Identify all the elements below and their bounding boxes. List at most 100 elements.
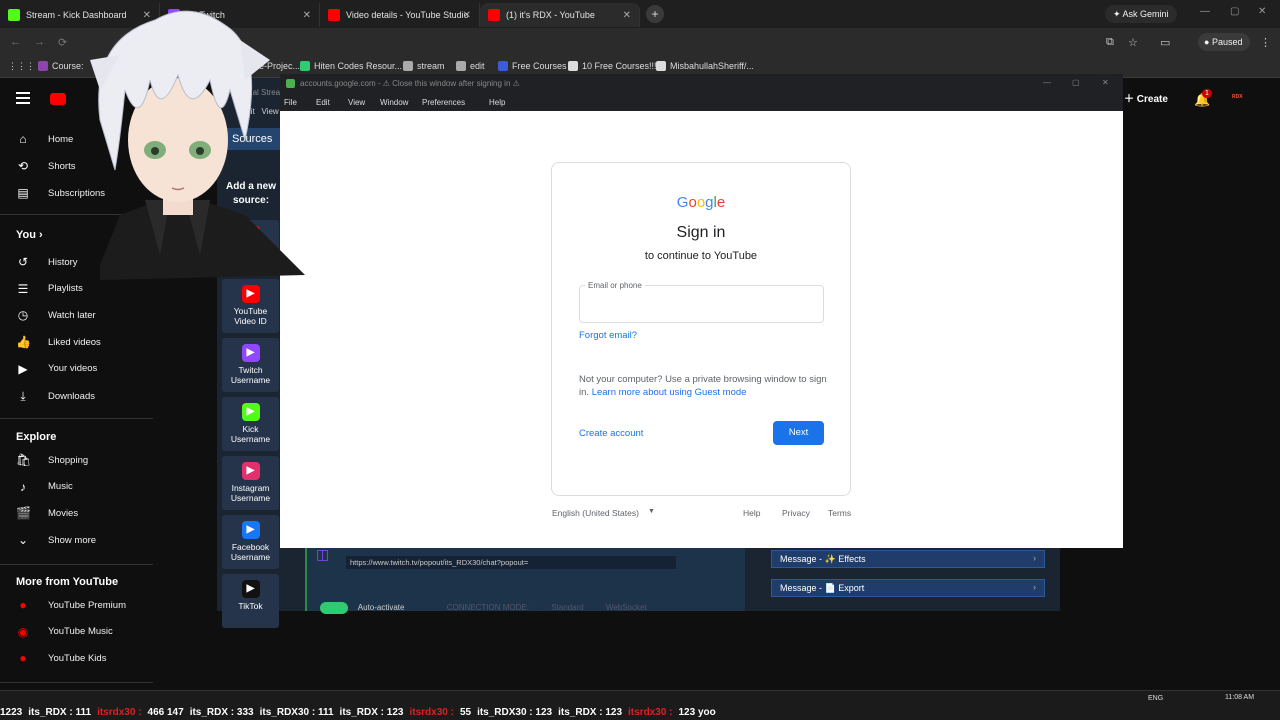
sidebar-item-shopping[interactable]: 🛍 Shopping [16,453,88,467]
sidebar-item-your-videos[interactable]: ▶ Your videos [16,362,97,376]
sidebar-item-playlists[interactable]: ☰ Playlists [16,282,83,296]
tab-label: Video details - YouTube Studio [346,10,469,20]
twitch-source-row [305,538,745,611]
close-tab-icon[interactable]: ✕ [623,10,631,21]
vtuber-avatar [90,10,305,280]
popup-minimize-icon[interactable]: — [1043,78,1051,87]
taskbar-clock[interactable]: 11:08 AM [1225,694,1254,701]
install-icon[interactable]: ⧉ [1106,36,1114,49]
source-card[interactable]: ▶ Kick Username [222,397,279,451]
close-window-icon[interactable]: ✕ [1258,6,1266,17]
signin-popup-window: accounts.google.com - ⚠ Close this windo… [280,74,1123,548]
watch-later-icon: ◷ [17,308,29,323]
forgot-email-link[interactable]: Forgot email? [579,330,637,341]
popup-close-icon[interactable]: ✕ [1102,78,1109,87]
apps-grid-icon[interactable]: ⋮⋮⋮ [8,61,35,72]
input-language[interactable]: ENG [1148,695,1163,702]
sidebar-item-show-more[interactable]: ⌄ Show more [16,533,96,547]
popup-maximize-icon[interactable]: ▢ [1072,78,1080,87]
close-tab-icon[interactable]: ✕ [463,10,471,21]
new-tab-button[interactable]: + [646,5,664,23]
instagram-icon: ▶ [241,462,260,480]
downloads-icon: ⤓ [20,388,26,403]
message-effects-button[interactable]: Message - ✨ Effects › [771,550,1045,568]
sidebar-item-label: Movies [48,507,79,519]
sidebar-item-label: Downloads [48,390,95,402]
popup-menu-help[interactable]: Help [489,98,505,107]
profile-avatar-icon: ● [1204,37,1212,47]
user-avatar[interactable]: RDX [1232,94,1243,100]
sidebar-item-label: Liked videos [48,336,101,348]
sidebar-divider [0,564,153,565]
connection-mode-label: CONNECTION MODE: [446,603,529,613]
footer-terms-link[interactable]: Terms [828,508,851,518]
bookmark-label: edit [470,61,485,71]
profile-paused-button[interactable]: ● Paused [1198,33,1251,51]
ticker-entry: its_RDX : 123 [339,707,404,718]
chevron-down-icon: ⌄ [17,533,29,548]
ask-gemini-button[interactable]: ✦ Ask Gemini [1105,5,1177,23]
minimize-icon[interactable]: — [1200,6,1210,17]
maximize-icon[interactable]: ▢ [1230,6,1239,17]
bookmark-item[interactable]: stream [403,61,445,71]
email-field[interactable] [579,285,824,323]
sidebar-item-youtube-music[interactable]: ◉ YouTube Music [16,625,113,639]
sidebar-item-label: Music [48,481,73,493]
bookmark-item[interactable]: Hiten Codes Resour... [300,61,402,71]
sidebar-item-watch-later[interactable]: ◷ Watch later [16,308,96,322]
bookmark-item[interactable]: Free Courses [498,61,567,71]
popup-menu-preferences[interactable]: Preferences [422,98,465,107]
facebook-icon: ▶ [241,521,260,539]
source-card[interactable]: ▶ Facebook Username [222,515,279,569]
next-button[interactable]: Next [773,421,824,445]
back-icon[interactable]: ← [10,36,21,48]
gemini-icon: ✦ [1113,9,1123,19]
side-panel-icon[interactable]: ▭ [1160,36,1170,49]
tab-label: (1) it's RDX - YouTube [506,10,595,20]
bookmark-item[interactable]: MisbahullahSheriff/... [656,61,754,71]
explore-section-heading: Explore [16,431,56,443]
create-button[interactable]: ＋ Create [1124,90,1168,105]
plus-icon: ＋ [1124,94,1137,105]
sidebar-item-downloads[interactable]: ⤓ Downloads [16,389,95,404]
browser-tab[interactable]: (1) it's RDX - YouTube ✕ [480,3,640,27]
auto-activate-toggle[interactable] [320,602,348,614]
sidebar-item-liked-videos[interactable]: 👍 Liked videos [16,335,101,349]
guest-mode-link[interactable]: Learn more about using Guest mode [592,387,747,398]
sidebar-item-youtube-kids[interactable]: ● YouTube Kids [16,651,106,665]
footer-help-link[interactable]: Help [743,508,760,518]
popup-menu-edit[interactable]: Edit [316,98,330,107]
sidebar-item-movies[interactable]: 🎬 Movies [16,506,78,520]
popup-menu-window[interactable]: Window [380,98,408,107]
tab-favicon-icon [488,9,500,21]
browser-menu-icon[interactable]: ⋮ [1260,36,1271,49]
hamburger-menu-icon[interactable] [16,92,30,104]
browser-tab[interactable]: Video details - YouTube Studio ✕ [320,3,480,27]
source-card[interactable]: ▶ TikTok [222,574,279,628]
google-logo-letter: g [705,194,714,211]
sidebar-item-label: Your videos [48,363,98,375]
sidebar-item-music[interactable]: ♪ Music [16,480,73,494]
signin-subtitle: to continue to YouTube [644,250,758,262]
subscriptions-icon: ▤ [17,186,29,200]
source-card[interactable]: ▶ Instagram Username [222,456,279,510]
mode-websocket-option[interactable]: WebSocket [606,603,647,612]
sidebar-item-youtube-premium[interactable]: ● YouTube Premium [16,598,126,612]
twitch-chat-url[interactable]: https://www.twitch.tv/popout/its_RDX30/c… [346,556,676,569]
bookmark-star-icon[interactable]: ☆ [1128,36,1138,49]
language-select[interactable]: English (United States) [552,508,639,518]
create-account-link[interactable]: Create account [579,428,643,439]
forward-icon[interactable]: → [34,36,45,48]
message-export-button[interactable]: Message - 📄 Export › [771,579,1045,597]
sidebar-item-label: YouTube Music [48,626,113,638]
bookmark-item[interactable]: 10 Free Courses!!! [568,61,657,71]
bookmark-icon [38,61,48,71]
footer-privacy-link[interactable]: Privacy [782,508,810,518]
you-section-heading[interactable]: You › [16,229,43,241]
mode-standard-option[interactable]: Standard [551,603,583,612]
popup-menu-view[interactable]: View [348,98,365,107]
shopping-icon: 🛍 [16,453,32,467]
source-card[interactable]: ▶ Twitch Username [222,338,279,392]
source-card[interactable]: ▶ YouTube Video ID [222,279,279,333]
bookmark-item[interactable]: edit [456,61,485,71]
